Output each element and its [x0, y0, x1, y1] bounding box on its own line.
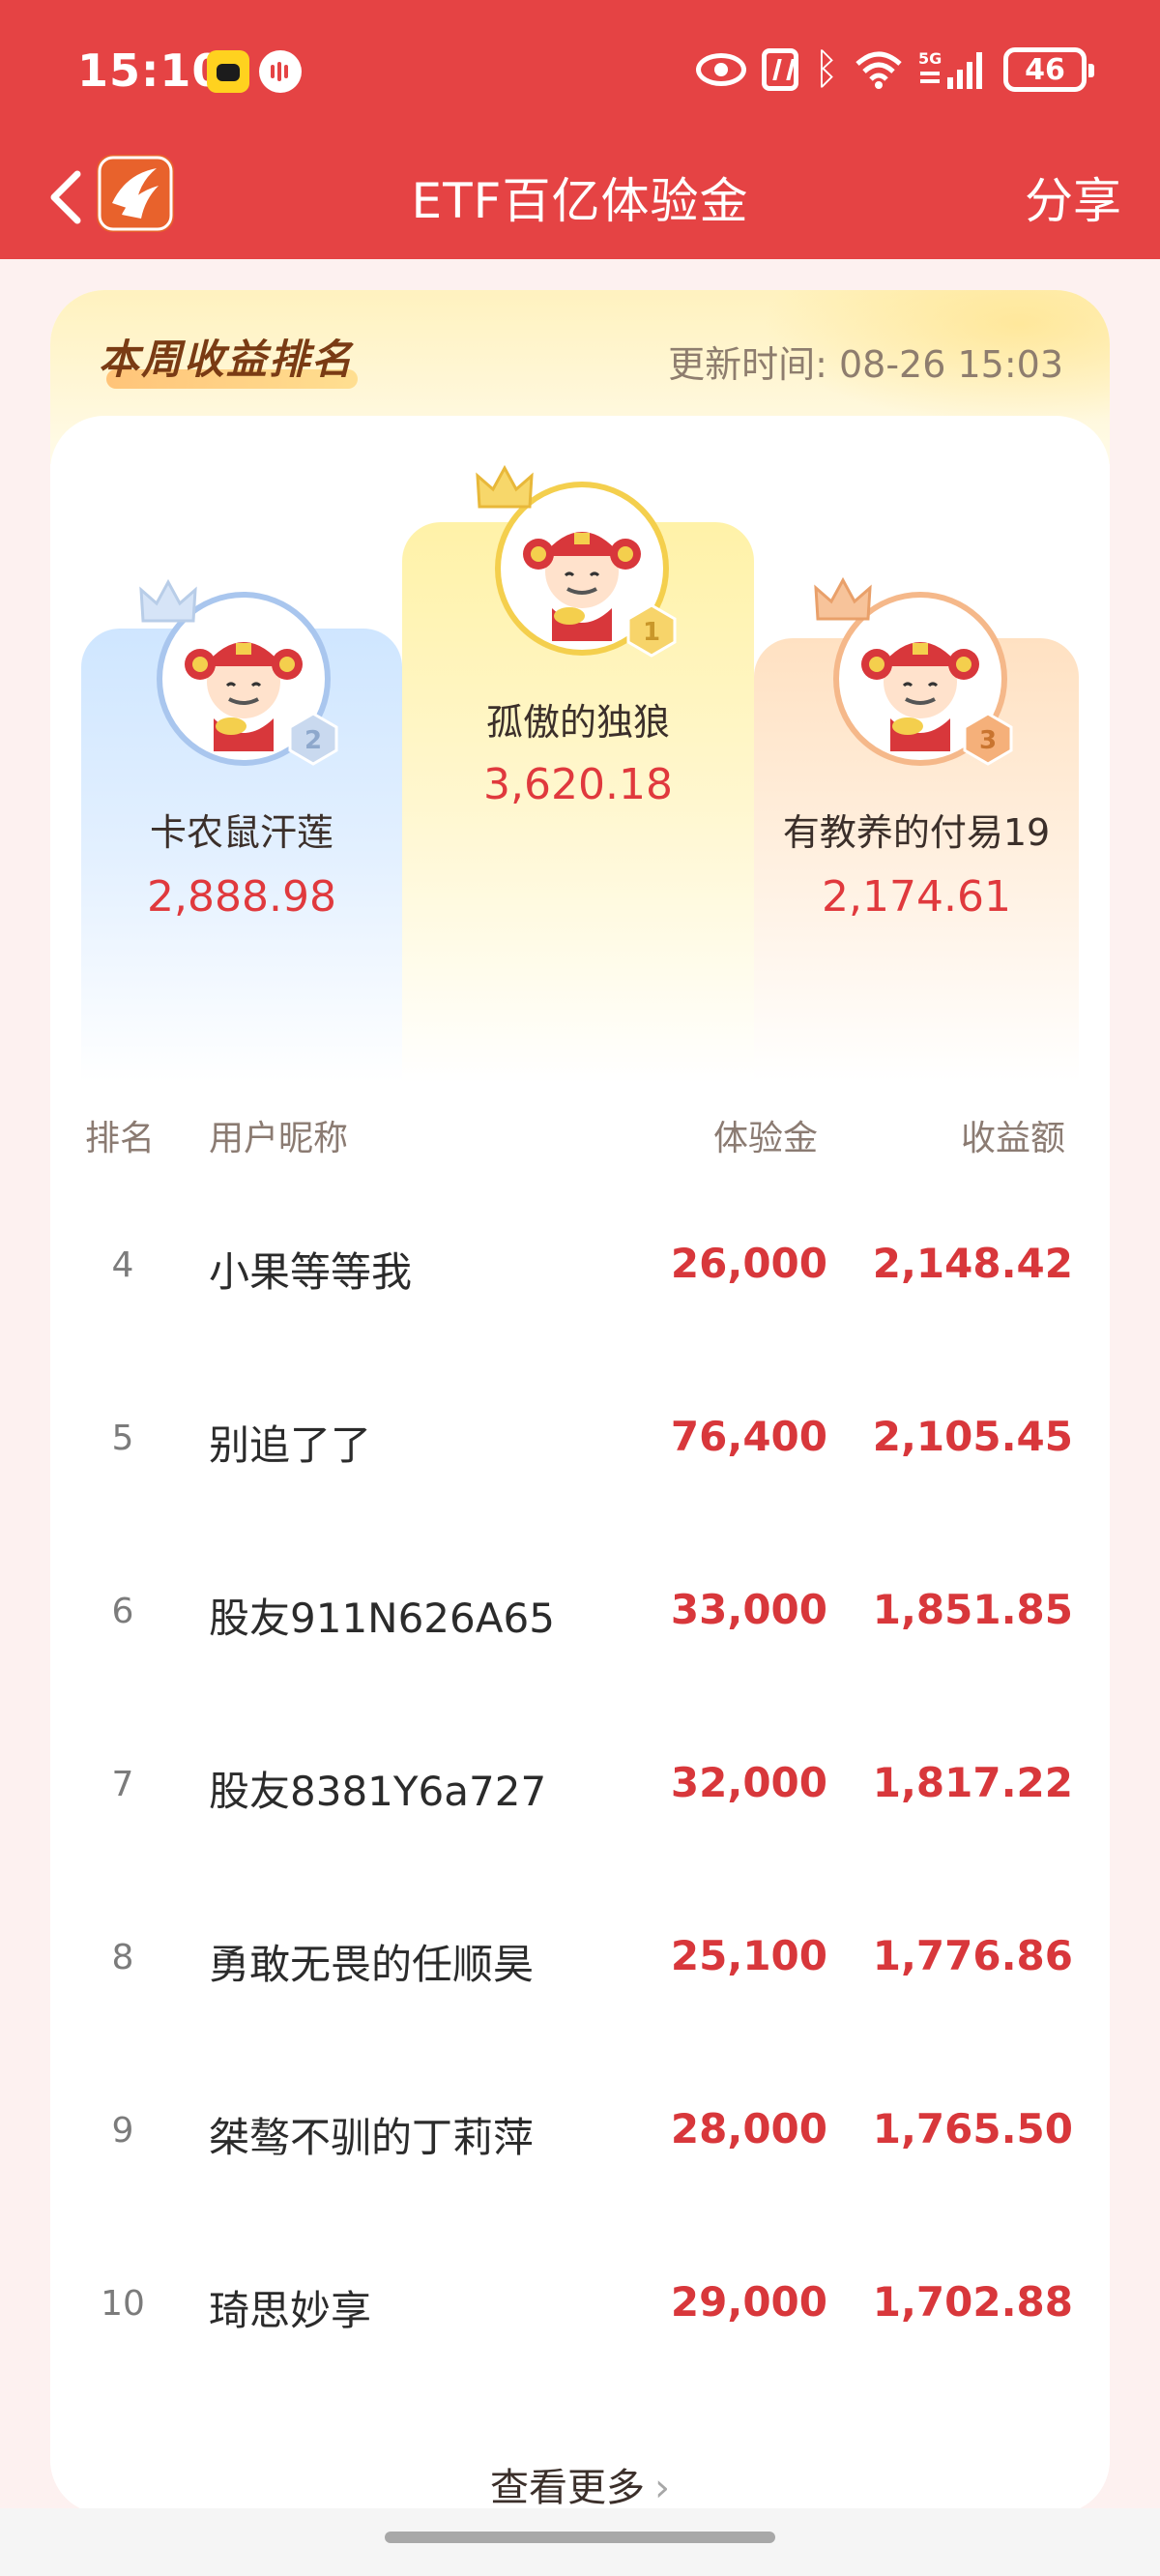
row-rank: 5	[111, 1419, 134, 1458]
status-time: 15:10	[77, 44, 224, 97]
medal-1-number: 1	[643, 618, 660, 647]
crown-bronze-icon	[814, 576, 872, 621]
table-header: 排名 用户昵称 体验金 收益额	[0, 1102, 1160, 1160]
row-profit: 1,765.50	[872, 2105, 1073, 2152]
row-rank: 7	[111, 1765, 134, 1804]
page-title: ETF百亿体验金	[411, 173, 749, 229]
table-row[interactable]: 9 桀骜不驯的丁莉萍 28,000 1,765.50	[0, 2074, 1160, 2190]
battery-level: 46	[1025, 52, 1065, 87]
table-row[interactable]: 7 股友8381Y6a727 32,000 1,817.22	[0, 1728, 1160, 1844]
podium-third-value: 2,174.61	[822, 872, 1011, 922]
status-bar: 15:10 ᛒ 5G 46	[0, 0, 1160, 135]
nfc-icon	[761, 48, 798, 91]
column-name: 用户昵称	[209, 1119, 349, 1158]
table-row[interactable]: 5 别追了了 76,400 2,105.45	[0, 1382, 1160, 1498]
top-bar: 15:10 ᛒ 5G 46 ETF百亿体验金 分享	[0, 0, 1160, 259]
row-name: 别追了了	[209, 1421, 372, 1469]
table-row[interactable]: 6 股友911N626A65 33,000 1,851.85	[0, 1555, 1160, 1671]
crown-gold-icon	[476, 464, 534, 509]
podium-second-name: 卡农鼠汗莲	[149, 811, 334, 854]
column-rank: 排名	[85, 1119, 156, 1158]
row-experience: 25,100	[670, 1932, 827, 1979]
voice-icon	[259, 50, 302, 93]
share-button[interactable]: 分享	[1025, 162, 1121, 232]
view-more-label: 查看更多	[490, 2466, 645, 2510]
row-rank: 6	[111, 1592, 134, 1631]
status-icons: ᛒ 5G 46	[695, 43, 1094, 97]
medal-3-icon: 3	[963, 712, 1013, 766]
bluetooth-icon: ᛒ	[813, 44, 839, 94]
wifi-icon	[856, 51, 902, 89]
update-time: 更新时间: 08-26 15:03	[668, 343, 1063, 386]
row-experience: 28,000	[670, 2105, 827, 2152]
app-logo-icon[interactable]	[97, 155, 174, 232]
row-profit: 1,851.85	[872, 1586, 1073, 1633]
row-name: 勇敢无畏的任顺昊	[209, 1941, 535, 1988]
row-name: 股友8381Y6a727	[209, 1768, 547, 1815]
row-rank: 9	[111, 2111, 134, 2151]
row-profit: 1,702.88	[872, 2278, 1073, 2326]
table-row[interactable]: 4 小果等等我 26,000 2,148.42	[0, 1209, 1160, 1325]
chevron-right-icon: ›	[654, 2466, 670, 2510]
medal-2-number: 2	[304, 726, 322, 755]
podium-second-value: 2,888.98	[147, 872, 336, 922]
row-experience: 76,400	[670, 1413, 827, 1460]
row-experience: 26,000	[670, 1240, 827, 1287]
signal-icon: 5G	[918, 49, 982, 89]
row-profit: 2,148.42	[872, 1240, 1073, 1287]
table-row[interactable]: 10 琦思妙享 29,000 1,702.88	[0, 2247, 1160, 2363]
row-name: 股友911N626A65	[209, 1595, 555, 1642]
eye-icon	[695, 53, 746, 86]
row-experience: 33,000	[670, 1586, 827, 1633]
row-name: 桀骜不驯的丁莉萍	[209, 2114, 535, 2161]
row-rank: 8	[111, 1938, 134, 1977]
table-row[interactable]: 8 勇敢无畏的任顺昊 25,100 1,776.86	[0, 1901, 1160, 2017]
row-profit: 1,776.86	[872, 1932, 1073, 1979]
podium-first-name: 孤傲的独狼	[485, 701, 670, 744]
crown-silver-icon	[139, 578, 197, 623]
nav-bar: ETF百亿体验金 分享	[0, 135, 1160, 259]
row-profit: 1,817.22	[872, 1759, 1073, 1806]
podium-first-value: 3,620.18	[483, 760, 673, 809]
row-rank: 4	[111, 1245, 134, 1285]
ranking-title: 本周收益排名	[99, 336, 355, 383]
row-name: 琦思妙享	[209, 2287, 372, 2334]
medal-2-icon: 2	[288, 712, 338, 766]
medal-3-number: 3	[979, 726, 997, 755]
row-rank: 10	[101, 2284, 145, 2324]
column-experience: 体验金	[713, 1119, 819, 1158]
row-profit: 2,105.45	[872, 1413, 1073, 1460]
medal-1-icon: 1	[626, 603, 677, 658]
view-more-link[interactable]: 查看更多 ›	[0, 2456, 1160, 2512]
row-name: 小果等等我	[209, 1248, 413, 1296]
row-experience: 32,000	[670, 1759, 827, 1806]
row-experience: 29,000	[670, 2278, 827, 2326]
podium-third-name: 有教养的付易19	[782, 811, 1051, 854]
app-badge-icon	[207, 50, 249, 93]
column-profit: 收益额	[961, 1119, 1066, 1158]
home-indicator[interactable]	[385, 2532, 775, 2543]
network-label: 5G	[918, 49, 942, 68]
battery-icon: 46	[1003, 47, 1094, 92]
